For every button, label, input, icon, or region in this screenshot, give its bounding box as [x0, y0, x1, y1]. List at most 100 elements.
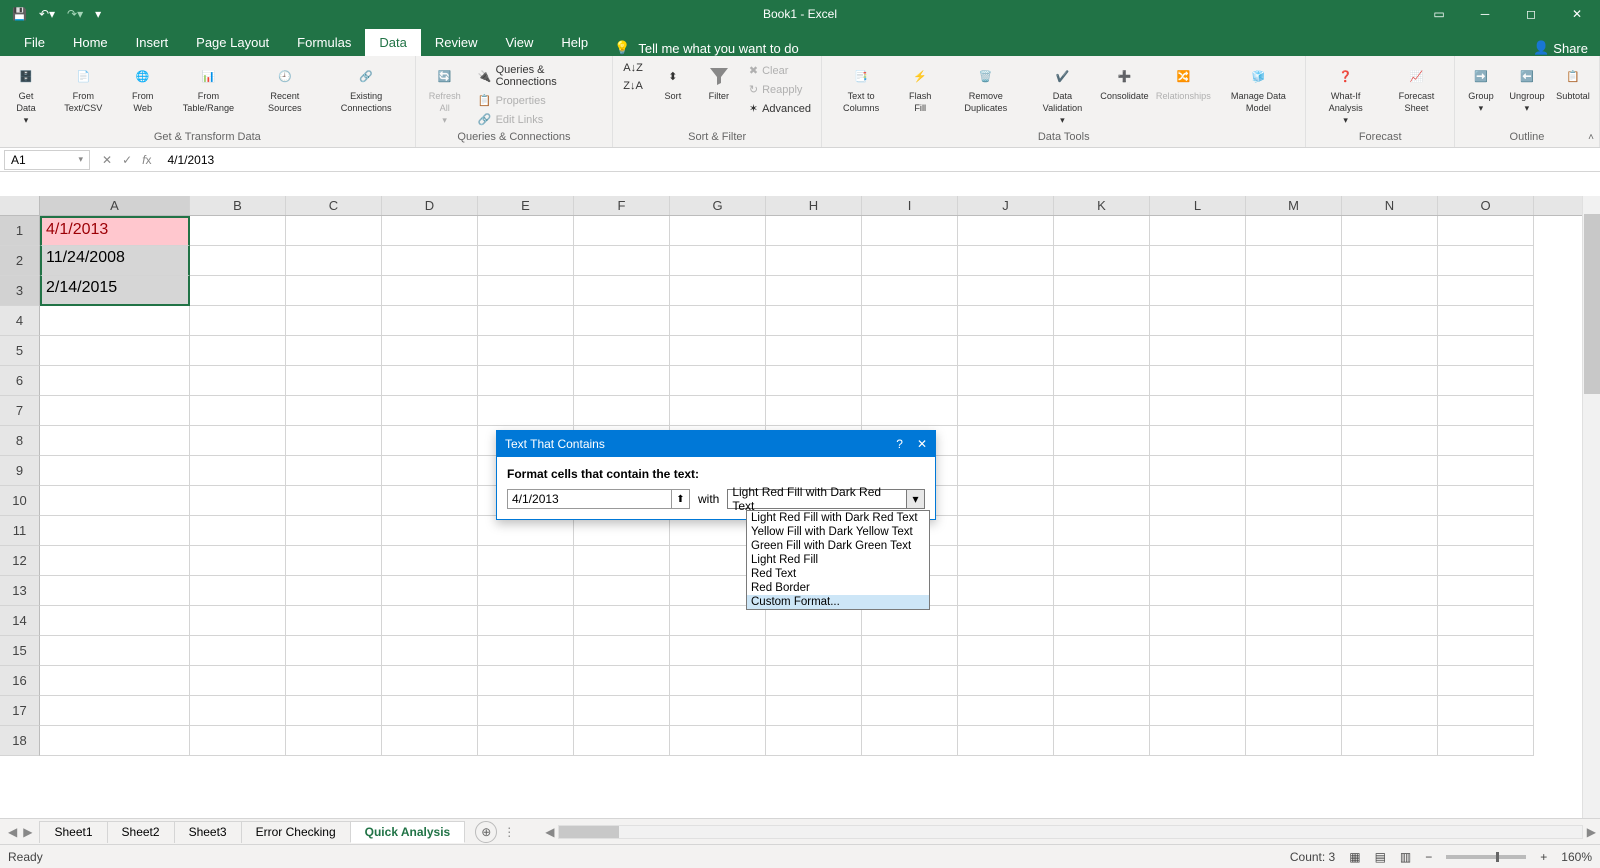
dropdown-option[interactable]: Red Text — [747, 567, 929, 581]
cell[interactable] — [382, 246, 478, 276]
cell[interactable] — [1342, 606, 1438, 636]
cell[interactable] — [190, 456, 286, 486]
cell[interactable] — [670, 216, 766, 246]
cell[interactable] — [574, 366, 670, 396]
cell[interactable] — [382, 666, 478, 696]
cell[interactable] — [40, 306, 190, 336]
cell[interactable] — [1438, 246, 1534, 276]
cell[interactable] — [1438, 306, 1534, 336]
cell[interactable] — [1342, 246, 1438, 276]
cell[interactable] — [1246, 396, 1342, 426]
cell[interactable] — [190, 636, 286, 666]
cell[interactable] — [1246, 216, 1342, 246]
cell[interactable] — [574, 696, 670, 726]
recent-sources-button[interactable]: 🕘Recent Sources — [252, 60, 318, 129]
cell[interactable] — [958, 396, 1054, 426]
what-if-button[interactable]: ❓What-If Analysis▾ — [1312, 60, 1378, 129]
row-header[interactable]: 14 — [0, 606, 40, 636]
cell[interactable] — [1246, 306, 1342, 336]
tab-view[interactable]: View — [491, 29, 547, 56]
tab-file[interactable]: File — [10, 29, 59, 56]
cell[interactable] — [958, 726, 1054, 756]
row-header[interactable]: 9 — [0, 456, 40, 486]
cell[interactable] — [1246, 426, 1342, 456]
tab-home[interactable]: Home — [59, 29, 122, 56]
sheet-nav-next-icon[interactable]: ▶ — [23, 825, 32, 839]
cell[interactable] — [1054, 636, 1150, 666]
save-icon[interactable]: 💾 — [8, 5, 31, 23]
cell[interactable] — [958, 606, 1054, 636]
cell[interactable] — [766, 276, 862, 306]
cell[interactable] — [574, 276, 670, 306]
column-header[interactable]: I — [862, 196, 958, 215]
cell[interactable] — [1054, 516, 1150, 546]
cell[interactable] — [1054, 366, 1150, 396]
row-header[interactable]: 8 — [0, 426, 40, 456]
column-header[interactable]: J — [958, 196, 1054, 215]
cell[interactable] — [1054, 696, 1150, 726]
cell[interactable] — [1150, 606, 1246, 636]
cell[interactable] — [1054, 336, 1150, 366]
cell[interactable] — [862, 276, 958, 306]
cell[interactable] — [958, 216, 1054, 246]
column-header[interactable]: K — [1054, 196, 1150, 215]
sort-za-button[interactable]: Z↓A — [619, 78, 647, 94]
cell[interactable] — [574, 576, 670, 606]
cell[interactable] — [1054, 426, 1150, 456]
data-validation-button[interactable]: ✔️Data Validation▾ — [1031, 60, 1093, 129]
cell[interactable] — [478, 306, 574, 336]
cell[interactable] — [766, 606, 862, 636]
cell[interactable] — [286, 606, 382, 636]
column-header[interactable]: D — [382, 196, 478, 215]
cell[interactable] — [382, 336, 478, 366]
cell[interactable] — [286, 456, 382, 486]
cell[interactable] — [958, 276, 1054, 306]
column-header[interactable]: N — [1342, 196, 1438, 215]
cell[interactable] — [1438, 396, 1534, 426]
from-table-range-button[interactable]: 📊From Table/Range — [171, 60, 246, 129]
cell[interactable] — [478, 366, 574, 396]
cell[interactable] — [1342, 666, 1438, 696]
cell[interactable] — [190, 246, 286, 276]
cell[interactable] — [286, 306, 382, 336]
cell[interactable] — [1342, 336, 1438, 366]
cell[interactable] — [670, 726, 766, 756]
filter-button[interactable]: Filter — [699, 60, 739, 129]
cell[interactable] — [958, 366, 1054, 396]
cell[interactable] — [958, 306, 1054, 336]
cell[interactable] — [958, 636, 1054, 666]
cell[interactable] — [478, 246, 574, 276]
cell[interactable] — [1150, 666, 1246, 696]
cell[interactable] — [1054, 546, 1150, 576]
sort-az-button[interactable]: A↓Z — [619, 60, 647, 76]
cell[interactable] — [574, 606, 670, 636]
cell[interactable] — [190, 426, 286, 456]
cell[interactable] — [574, 726, 670, 756]
split-handle[interactable]: ⋮ — [497, 825, 521, 839]
cell[interactable] — [478, 696, 574, 726]
row-header[interactable]: 4 — [0, 306, 40, 336]
cell[interactable] — [1054, 396, 1150, 426]
select-all-corner[interactable] — [0, 196, 40, 215]
cell[interactable] — [958, 516, 1054, 546]
cell[interactable]: 11/24/2008 — [40, 246, 190, 276]
cell[interactable] — [1150, 636, 1246, 666]
cell[interactable] — [1438, 336, 1534, 366]
add-sheet-button[interactable]: ⊕ — [475, 821, 497, 843]
close-icon[interactable]: ✕ — [1554, 0, 1600, 28]
cell[interactable] — [574, 336, 670, 366]
cell[interactable] — [574, 246, 670, 276]
cell[interactable] — [382, 576, 478, 606]
relationships-button[interactable]: 🔀Relationships — [1155, 60, 1211, 129]
cell[interactable]: 2/14/2015 — [40, 276, 190, 306]
collapse-ribbon-icon[interactable]: ˄ — [1588, 132, 1594, 143]
view-normal-icon[interactable]: ▦ — [1349, 850, 1360, 864]
cell[interactable] — [190, 306, 286, 336]
refresh-all-button[interactable]: 🔄Refresh All▾ — [422, 60, 468, 129]
ribbon-options-icon[interactable]: ▭ — [1416, 0, 1462, 28]
cell[interactable] — [958, 666, 1054, 696]
cell[interactable] — [382, 216, 478, 246]
column-header[interactable]: M — [1246, 196, 1342, 215]
scroll-thumb[interactable] — [1584, 214, 1600, 394]
cell[interactable] — [190, 486, 286, 516]
